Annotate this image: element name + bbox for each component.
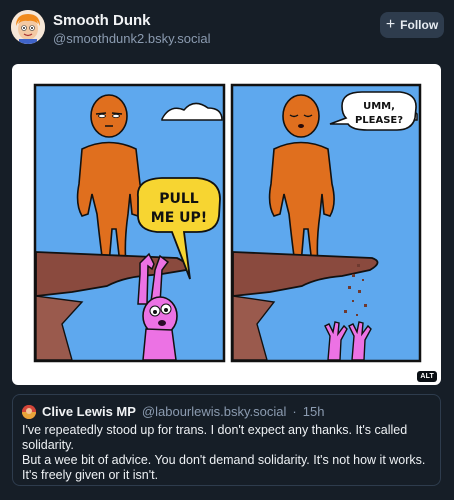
- author-name[interactable]: Smooth Dunk: [53, 12, 151, 29]
- author-handle[interactable]: @smoothdunk2.bsky.social: [53, 31, 210, 46]
- quoted-post[interactable]: Clive Lewis MP @labourlewis.bsky.social …: [12, 394, 441, 486]
- quoted-post-text: I've repeatedly stood up for trans. I do…: [22, 423, 432, 483]
- quoted-post-time[interactable]: 15h: [303, 404, 325, 419]
- quoted-author-name[interactable]: Clive Lewis MP: [42, 404, 136, 419]
- follow-label: Follow: [400, 18, 439, 32]
- quoted-author-avatar[interactable]: [22, 404, 36, 419]
- quoted-paragraph: But a wee bit of advice. You don't deman…: [22, 453, 426, 482]
- post-header: Smooth Dunk @smoothdunk2.bsky.social + F…: [0, 0, 454, 58]
- comic-panel-right: UMM, PLEASE?: [230, 83, 422, 363]
- plus-icon: +: [385, 16, 396, 33]
- comic-panel-left: PULL ME UP!: [33, 83, 226, 363]
- quoted-paragraph: I've repeatedly stood up for trans. I do…: [22, 423, 408, 452]
- alt-text-badge[interactable]: ALT: [417, 371, 437, 382]
- bubble-left-line2: ME UP!: [151, 210, 207, 226]
- author-avatar[interactable]: [11, 10, 45, 44]
- post-image[interactable]: PULL ME UP! UMM, PLEASE? ALT: [12, 64, 441, 385]
- bubble-right-line2: PLEASE?: [355, 115, 403, 126]
- separator-dot: ·: [292, 404, 297, 419]
- quoted-author-handle[interactable]: @labourlewis.bsky.social: [142, 404, 286, 419]
- follow-button[interactable]: + Follow: [380, 12, 444, 38]
- bubble-right-line1: UMM,: [363, 101, 395, 112]
- bubble-left-line1: PULL: [159, 191, 199, 207]
- comic-illustration: PULL ME UP! UMM, PLEASE?: [33, 83, 422, 363]
- quoted-post-header: Clive Lewis MP @labourlewis.bsky.social …: [22, 404, 324, 419]
